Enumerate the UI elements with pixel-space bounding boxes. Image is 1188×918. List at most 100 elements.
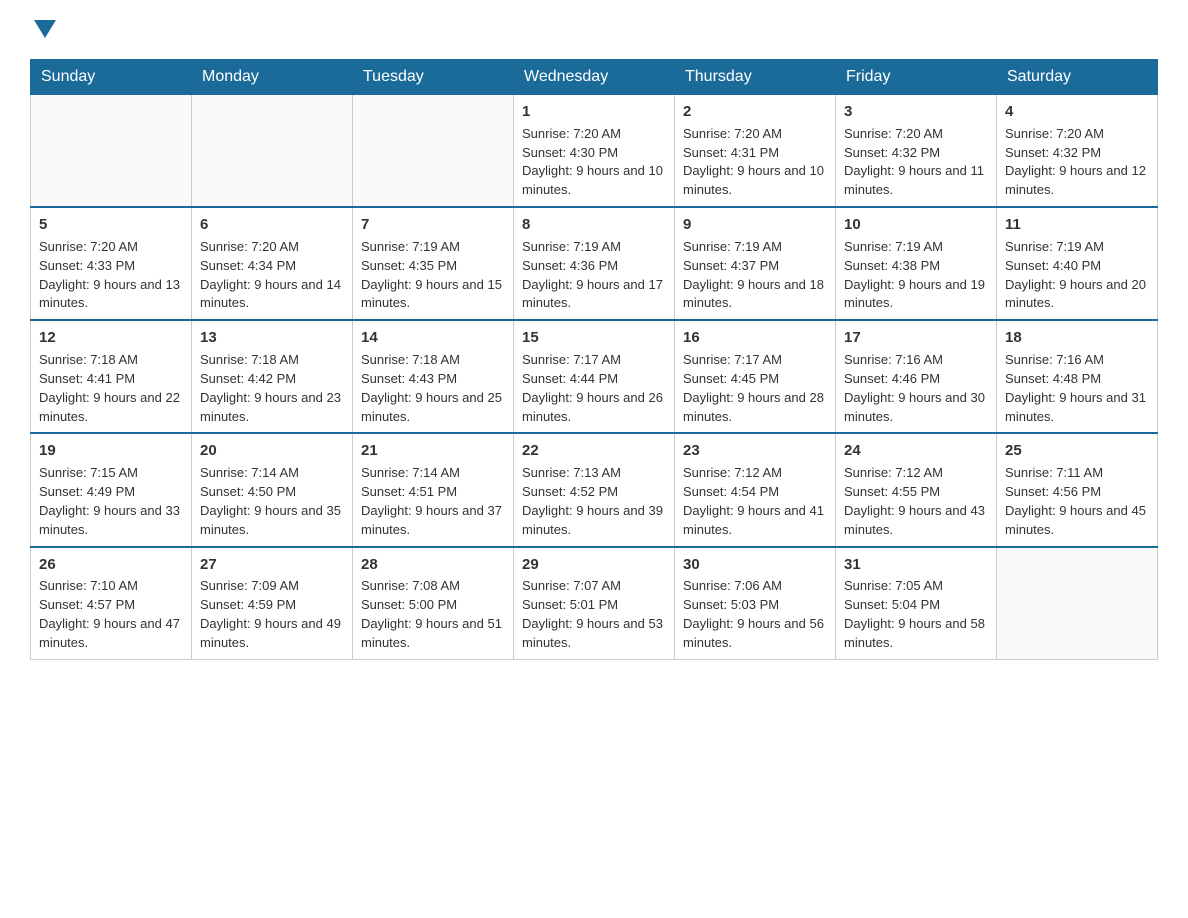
sunset-text: Sunset: 4:51 PM xyxy=(361,484,457,499)
sunrise-text: Sunrise: 7:12 AM xyxy=(844,465,943,480)
sunset-text: Sunset: 4:43 PM xyxy=(361,371,457,386)
sunset-text: Sunset: 4:40 PM xyxy=(1005,258,1101,273)
sunrise-text: Sunrise: 7:19 AM xyxy=(522,239,621,254)
sunset-text: Sunset: 4:57 PM xyxy=(39,597,135,612)
sunrise-text: Sunrise: 7:18 AM xyxy=(39,352,138,367)
day-number: 17 xyxy=(844,327,988,349)
sunset-text: Sunset: 4:59 PM xyxy=(200,597,296,612)
sunrise-text: Sunrise: 7:20 AM xyxy=(844,126,943,141)
sunrise-text: Sunrise: 7:11 AM xyxy=(1005,465,1103,480)
calendar-day-cell xyxy=(192,95,353,208)
calendar-day-cell: 20Sunrise: 7:14 AMSunset: 4:50 PMDayligh… xyxy=(192,433,353,546)
sunrise-text: Sunrise: 7:15 AM xyxy=(39,465,138,480)
weekday-header-sunday: Sunday xyxy=(31,60,192,95)
sunset-text: Sunset: 4:33 PM xyxy=(39,258,135,273)
calendar-day-cell: 22Sunrise: 7:13 AMSunset: 4:52 PMDayligh… xyxy=(514,433,675,546)
calendar-week-row: 12 Sunrise: 7:18 AM Sunset: 4:41 PM Dayligh… xyxy=(31,320,1158,433)
sunset-text: Sunset: 4:52 PM xyxy=(522,484,618,499)
calendar-day-cell: 24Sunrise: 7:12 AMSunset: 4:55 PMDayligh… xyxy=(836,433,997,546)
logo-block xyxy=(30,20,56,41)
sunrise-text: Sunrise: 7:06 AM xyxy=(683,578,782,593)
daylight-text: Daylight: 9 hours and 14 minutes. xyxy=(200,277,341,311)
calendar-day-cell: 25 Sunrise: 7:11 AM Sunset: 4:56 PM Dayligh… xyxy=(997,433,1158,546)
day-number: 15 xyxy=(522,327,666,349)
day-number: 26 xyxy=(39,554,183,576)
calendar-day-cell: 6Sunrise: 7:20 AMSunset: 4:34 PMDaylight… xyxy=(192,207,353,320)
calendar-day-cell: 29Sunrise: 7:07 AMSunset: 5:01 PMDayligh… xyxy=(514,547,675,660)
daylight-text: Daylight: 9 hours and 49 minutes. xyxy=(200,616,341,650)
sunset-text: Sunset: 4:41 PM xyxy=(39,371,135,386)
daylight-text: Daylight: 9 hours and 53 minutes. xyxy=(522,616,663,650)
sunrise-text: Sunrise: 7:14 AM xyxy=(200,465,299,480)
day-number: 1 xyxy=(522,101,666,123)
sunrise-text: Sunrise: 7:10 AM xyxy=(39,578,138,593)
sunrise-text: Sunrise: 7:20 AM xyxy=(683,126,782,141)
calendar-day-cell: 21Sunrise: 7:14 AMSunset: 4:51 PMDayligh… xyxy=(353,433,514,546)
day-number: 24 xyxy=(844,440,988,462)
calendar-table: SundayMondayTuesdayWednesdayThursdayFrid… xyxy=(30,59,1158,660)
calendar-day-cell xyxy=(31,95,192,208)
calendar-day-cell xyxy=(997,547,1158,660)
calendar-week-row: 19Sunrise: 7:15 AMSunset: 4:49 PMDayligh… xyxy=(31,433,1158,546)
day-number: 30 xyxy=(683,554,827,576)
daylight-text: Daylight: 9 hours and 43 minutes. xyxy=(844,503,985,537)
sunset-text: Sunset: 5:01 PM xyxy=(522,597,618,612)
daylight-text: Daylight: 9 hours and 51 minutes. xyxy=(361,616,502,650)
daylight-text: Daylight: 9 hours and 11 minutes. xyxy=(844,163,984,197)
sunset-text: Sunset: 4:56 PM xyxy=(1005,484,1101,499)
day-number: 3 xyxy=(844,101,988,123)
calendar-day-cell: 1Sunrise: 7:20 AMSunset: 4:30 PMDaylight… xyxy=(514,95,675,208)
daylight-text: Daylight: 9 hours and 23 minutes. xyxy=(200,390,341,424)
daylight-text: Daylight: 9 hours and 47 minutes. xyxy=(39,616,180,650)
day-number: 19 xyxy=(39,440,183,462)
day-number: 2 xyxy=(683,101,827,123)
sunrise-text: Sunrise: 7:19 AM xyxy=(844,239,943,254)
calendar-day-cell: 8Sunrise: 7:19 AMSunset: 4:36 PMDaylight… xyxy=(514,207,675,320)
day-number: 5 xyxy=(39,214,183,236)
sunrise-text: Sunrise: 7:12 AM xyxy=(683,465,782,480)
sunset-text: Sunset: 5:03 PM xyxy=(683,597,779,612)
day-number: 16 xyxy=(683,327,827,349)
calendar-day-cell: 23 Sunrise: 7:12 AM Sunset: 4:54 PM Dayligh… xyxy=(675,433,836,546)
sunset-text: Sunset: 4:37 PM xyxy=(683,258,779,273)
day-number: 12 xyxy=(39,327,183,349)
calendar-day-cell xyxy=(353,95,514,208)
sunset-text: Sunset: 4:44 PM xyxy=(522,371,618,386)
calendar-day-cell: 4Sunrise: 7:20 AMSunset: 4:32 PMDaylight… xyxy=(997,95,1158,208)
sunrise-text: Sunrise: 7:16 AM xyxy=(844,352,943,367)
sunset-text: Sunset: 4:50 PM xyxy=(200,484,296,499)
day-number: 11 xyxy=(1005,214,1149,236)
sunrise-text: Sunrise: 7:20 AM xyxy=(200,239,299,254)
daylight-text: Daylight: 9 hours and 10 minutes. xyxy=(522,163,663,197)
daylight-text: Daylight: 9 hours and 28 minutes. xyxy=(683,390,824,424)
daylight-text: Daylight: 9 hours and 20 minutes. xyxy=(1005,277,1146,311)
daylight-text: Daylight: 9 hours and 17 minutes. xyxy=(522,277,663,311)
daylight-text: Daylight: 9 hours and 19 minutes. xyxy=(844,277,985,311)
sunrise-text: Sunrise: 7:19 AM xyxy=(361,239,460,254)
calendar-day-cell: 27Sunrise: 7:09 AMSunset: 4:59 PMDayligh… xyxy=(192,547,353,660)
weekday-header-wednesday: Wednesday xyxy=(514,60,675,95)
calendar-week-row: 1Sunrise: 7:20 AMSunset: 4:30 PMDaylight… xyxy=(31,95,1158,208)
sunset-text: Sunset: 4:48 PM xyxy=(1005,371,1101,386)
day-number: 31 xyxy=(844,554,988,576)
daylight-text: Daylight: 9 hours and 41 minutes. xyxy=(683,503,824,537)
day-number: 23 xyxy=(683,440,827,462)
sunset-text: Sunset: 4:54 PM xyxy=(683,484,779,499)
day-number: 28 xyxy=(361,554,505,576)
calendar-day-cell: 14Sunrise: 7:18 AMSunset: 4:43 PMDayligh… xyxy=(353,320,514,433)
daylight-text: Daylight: 9 hours and 45 minutes. xyxy=(1005,503,1146,537)
sunset-text: Sunset: 4:31 PM xyxy=(683,145,779,160)
calendar-week-row: 5 Sunrise: 7:20 AM Sunset: 4:33 PM Daylight… xyxy=(31,207,1158,320)
day-number: 25 xyxy=(1005,440,1149,462)
sunset-text: Sunset: 4:32 PM xyxy=(1005,145,1101,160)
sunset-text: Sunset: 5:00 PM xyxy=(361,597,457,612)
sunrise-text: Sunrise: 7:13 AM xyxy=(522,465,621,480)
day-number: 18 xyxy=(1005,327,1149,349)
day-number: 10 xyxy=(844,214,988,236)
sunrise-text: Sunrise: 7:20 AM xyxy=(1005,126,1104,141)
calendar-day-cell: 3Sunrise: 7:20 AMSunset: 4:32 PMDaylight… xyxy=(836,95,997,208)
daylight-text: Daylight: 9 hours and 37 minutes. xyxy=(361,503,502,537)
weekday-header-thursday: Thursday xyxy=(675,60,836,95)
sunrise-text: Sunrise: 7:18 AM xyxy=(361,352,460,367)
daylight-text: Daylight: 9 hours and 58 minutes. xyxy=(844,616,985,650)
